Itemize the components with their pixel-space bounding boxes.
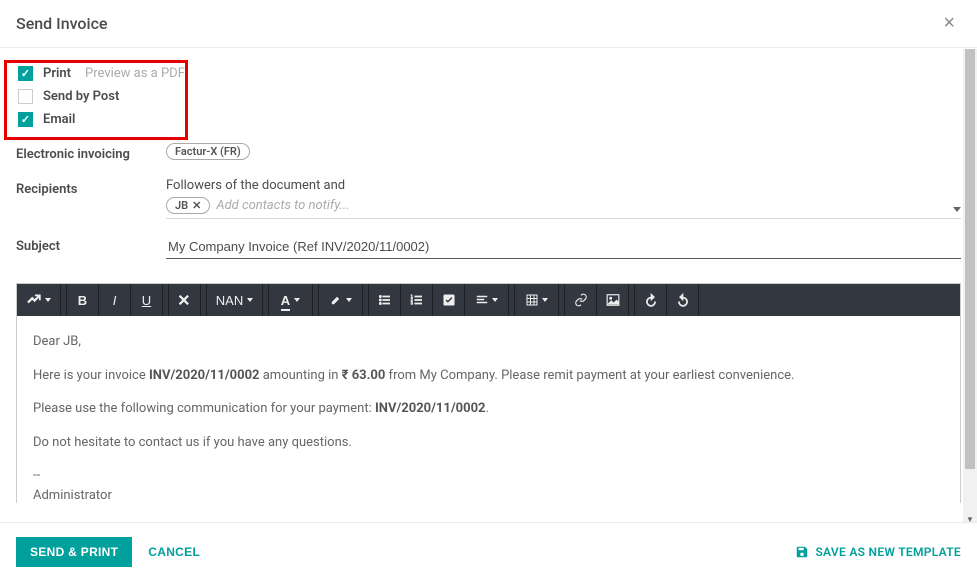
- post-checkbox[interactable]: [18, 89, 33, 104]
- einvoice-tag[interactable]: Factur-X (FR): [166, 143, 250, 160]
- editor-toolbar: B I U NAN A 123: [17, 284, 960, 316]
- editor-body[interactable]: Dear JB, Here is your invoice INV/2020/1…: [17, 316, 960, 503]
- einvoice-row: Electronic invoicing Factur-X (FR): [16, 143, 961, 162]
- subject-input[interactable]: [166, 235, 961, 259]
- tb-font-size[interactable]: NAN: [207, 284, 263, 316]
- tb-checklist[interactable]: [433, 284, 465, 316]
- print-checkbox[interactable]: [18, 66, 33, 81]
- tb-image[interactable]: [597, 284, 629, 316]
- modal-footer: SEND & PRINT CANCEL SAVE AS NEW TEMPLATE: [0, 522, 977, 581]
- tb-style[interactable]: [17, 284, 61, 316]
- tb-italic[interactable]: I: [99, 284, 131, 316]
- option-print: Print Preview as a PDF: [16, 66, 961, 81]
- send-print-button[interactable]: SEND & PRINT: [16, 537, 132, 567]
- email-checkbox[interactable]: [18, 112, 33, 127]
- tb-align[interactable]: [465, 284, 509, 316]
- editor: B I U NAN A 123 Dear JB,: [16, 283, 961, 503]
- modal-header: Send Invoice ×: [0, 0, 977, 48]
- body-greeting: Dear JB,: [33, 332, 944, 352]
- body-line3: Do not hesitate to contact us if you hav…: [33, 433, 944, 453]
- subject-label: Subject: [16, 235, 166, 254]
- save-template-label: SAVE AS NEW TEMPLATE: [815, 545, 961, 559]
- body-line2: Please use the following communication f…: [33, 399, 944, 419]
- option-post: Send by Post: [16, 89, 961, 104]
- recipients-dropdown-caret[interactable]: [953, 207, 961, 212]
- body-line1: Here is your invoice INV/2020/11/0002 am…: [33, 366, 944, 386]
- recipient-tag[interactable]: JB ✕: [166, 197, 210, 214]
- scroll-thumb[interactable]: [965, 49, 975, 469]
- save-icon: [795, 545, 809, 559]
- einvoice-label: Electronic invoicing: [16, 143, 166, 162]
- recipients-label: Recipients: [16, 178, 166, 197]
- tb-ul[interactable]: [369, 284, 401, 316]
- tb-font-color[interactable]: A: [269, 284, 313, 316]
- save-template-button[interactable]: SAVE AS NEW TEMPLATE: [795, 545, 961, 559]
- tb-underline[interactable]: U: [131, 284, 163, 316]
- close-button[interactable]: ×: [937, 12, 961, 35]
- recipients-placeholder: Add contacts to notify...: [216, 198, 961, 213]
- recipients-row: Recipients Followers of the document and…: [16, 178, 961, 219]
- tb-ol[interactable]: 123: [401, 284, 433, 316]
- body-sig-name: Administrator: [33, 486, 944, 504]
- tb-redo[interactable]: [667, 284, 699, 316]
- einvoice-tag-text: Factur-X (FR): [175, 145, 241, 158]
- modal-body: Print Preview as a PDF Send by Post Emai…: [0, 48, 977, 503]
- tb-highlight[interactable]: [319, 284, 363, 316]
- tb-clear-format[interactable]: [169, 284, 201, 316]
- recipients-input-row[interactable]: JB ✕ Add contacts to notify...: [166, 197, 961, 219]
- email-label: Email: [43, 112, 75, 127]
- scrollbar[interactable]: ▲ ▼: [963, 49, 977, 526]
- recipient-tag-remove[interactable]: ✕: [192, 199, 201, 212]
- recipients-intro: Followers of the document and: [166, 178, 961, 193]
- modal-title: Send Invoice: [16, 14, 108, 33]
- cancel-button[interactable]: CANCEL: [148, 545, 200, 559]
- tb-link[interactable]: [565, 284, 597, 316]
- subject-row: Subject: [16, 235, 961, 259]
- option-email: Email: [16, 112, 961, 127]
- body-sig-dash: --: [33, 466, 944, 486]
- print-hint[interactable]: Preview as a PDF: [85, 66, 185, 81]
- post-label: Send by Post: [43, 89, 119, 104]
- print-label: Print: [43, 66, 71, 81]
- tb-table[interactable]: [515, 284, 559, 316]
- recipient-tag-text: JB: [175, 199, 188, 212]
- tb-undo[interactable]: [635, 284, 667, 316]
- svg-text:3: 3: [410, 301, 413, 306]
- tb-bold[interactable]: B: [67, 284, 99, 316]
